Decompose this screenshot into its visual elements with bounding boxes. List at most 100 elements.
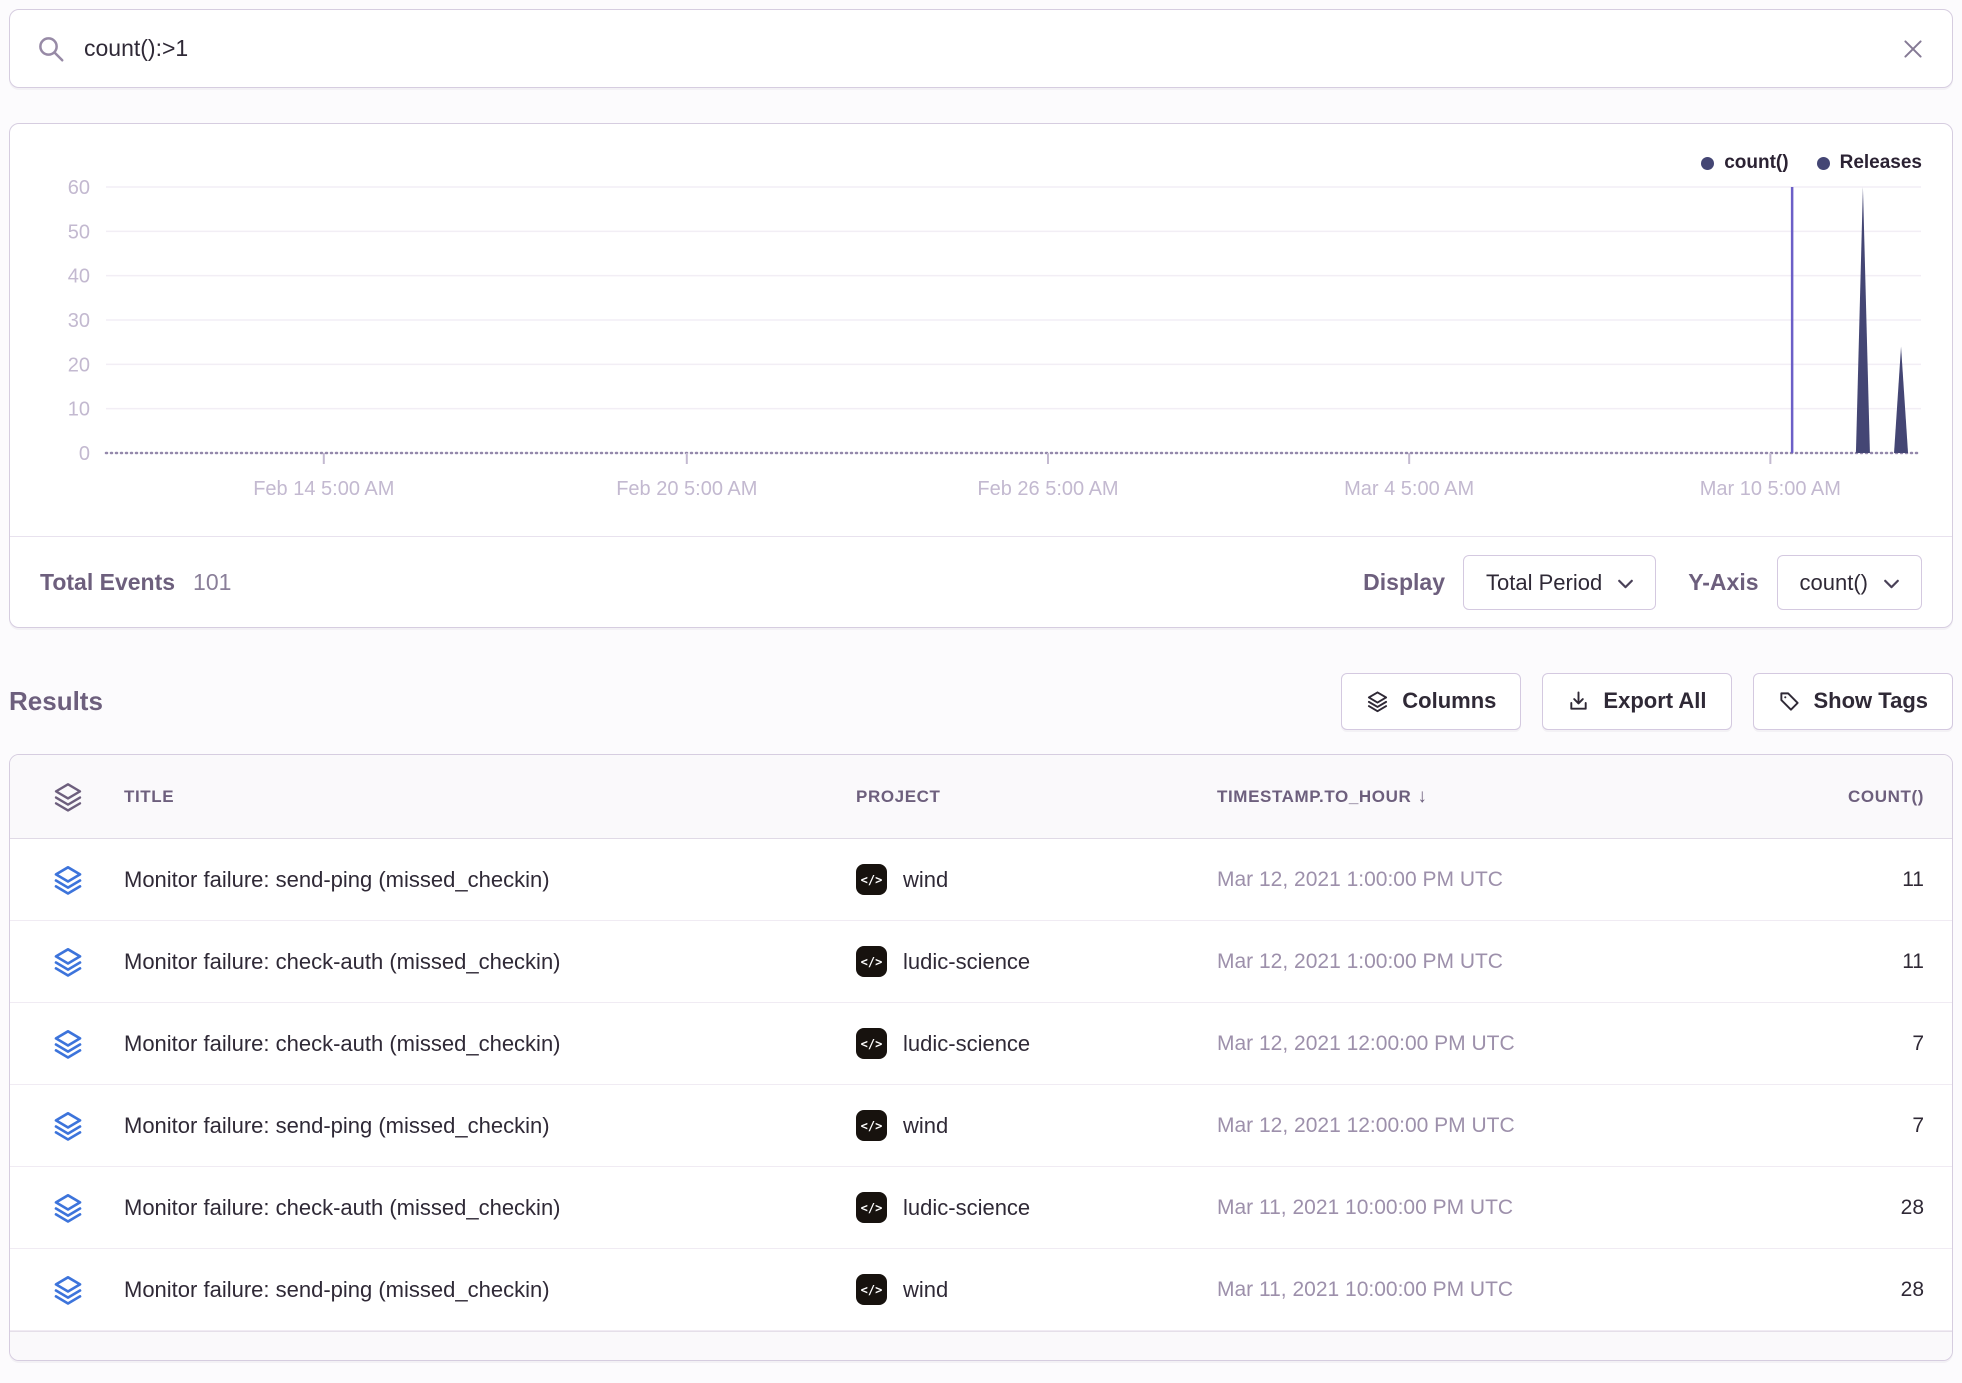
results-table: TITLE PROJECT TIMESTAMP.TO_HOUR↓ COUNT()… (9, 754, 1953, 1361)
project-name: wind (903, 1113, 948, 1139)
columns-button[interactable]: Columns (1341, 673, 1521, 730)
project-platform-icon: </> (856, 1192, 887, 1223)
count-cell: 28 (1706, 1196, 1952, 1220)
chart-legend: count() Releases (1701, 152, 1922, 174)
legend-item-count[interactable]: count() (1701, 152, 1788, 174)
event-stack-icon[interactable] (10, 946, 124, 978)
event-title-link[interactable]: Monitor failure: send-ping (missed_check… (124, 1277, 856, 1303)
table-header-row: TITLE PROJECT TIMESTAMP.TO_HOUR↓ COUNT() (10, 755, 1952, 839)
project-platform-icon: </> (856, 1274, 887, 1305)
table-footer (10, 1331, 1952, 1360)
project-cell: </> ludic-science (856, 1192, 1217, 1223)
table-row: Monitor failure: check-auth (missed_chec… (10, 921, 1952, 1003)
svg-text:Feb 26 5:00 AM: Feb 26 5:00 AM (977, 478, 1118, 500)
svg-text:60: 60 (68, 177, 90, 199)
table-row: Monitor failure: send-ping (missed_check… (10, 1249, 1952, 1331)
event-title-link[interactable]: Monitor failure: check-auth (missed_chec… (124, 949, 856, 975)
timestamp-cell: Mar 12, 2021 1:00:00 PM UTC (1217, 868, 1706, 892)
total-events: Total Events 101 (40, 569, 231, 596)
clear-search-icon[interactable] (1900, 36, 1926, 62)
project-platform-icon: </> (856, 946, 887, 977)
svg-text:20: 20 (68, 354, 90, 376)
search-input[interactable] (84, 35, 1882, 62)
display-dropdown[interactable]: Total Period (1463, 555, 1656, 610)
svg-text:30: 30 (68, 310, 90, 332)
show-tags-button-label: Show Tags (1814, 688, 1929, 714)
event-stack-icon[interactable] (10, 1110, 124, 1142)
project-name: ludic-science (903, 949, 1030, 975)
search-icon (36, 34, 66, 64)
timestamp-cell: Mar 11, 2021 10:00:00 PM UTC (1217, 1278, 1706, 1302)
y-axis-label: Y-Axis (1688, 569, 1758, 596)
count-cell: 7 (1706, 1114, 1952, 1138)
total-events-value: 101 (193, 569, 231, 596)
columns-button-label: Columns (1402, 688, 1496, 714)
count-series-dot-icon (1701, 157, 1714, 170)
project-cell: </> wind (856, 1274, 1217, 1305)
tag-icon (1778, 690, 1801, 713)
discover-query-page: { "search": { "query": "count():>1" }, "… (0, 9, 1962, 1383)
chart-footer: Total Events 101 Display Total Period Y-… (10, 536, 1952, 628)
sort-desc-icon: ↓ (1417, 786, 1427, 807)
project-cell: </> wind (856, 1110, 1217, 1141)
event-title-link[interactable]: Monitor failure: check-auth (missed_chec… (124, 1195, 856, 1221)
svg-text:Mar 10 5:00 AM: Mar 10 5:00 AM (1700, 478, 1841, 500)
event-stack-icon[interactable] (10, 1028, 124, 1060)
events-time-series-chart: 0102030405060Feb 14 5:00 AMFeb 20 5:00 A… (10, 124, 1952, 536)
results-bar: Results Columns Export All (9, 670, 1953, 732)
timestamp-cell: Mar 12, 2021 1:00:00 PM UTC (1217, 950, 1706, 974)
y-axis-dropdown-value: count() (1800, 570, 1868, 596)
legend-releases-label: Releases (1840, 152, 1922, 174)
event-title-link[interactable]: Monitor failure: send-ping (missed_check… (124, 1113, 856, 1139)
event-title-link[interactable]: Monitor failure: send-ping (missed_check… (124, 867, 856, 893)
timestamp-cell: Mar 11, 2021 10:00:00 PM UTC (1217, 1196, 1706, 1220)
events-chart-panel: count() Releases 0102030405060Feb 14 5:0… (9, 123, 1953, 628)
export-all-button-label: Export All (1603, 688, 1706, 714)
table-row: Monitor failure: send-ping (missed_check… (10, 1085, 1952, 1167)
layers-icon (1366, 690, 1389, 713)
column-header-count[interactable]: COUNT() (1706, 787, 1952, 807)
count-cell: 28 (1706, 1278, 1952, 1302)
event-title-link[interactable]: Monitor failure: check-auth (missed_chec… (124, 1031, 856, 1057)
display-label: Display (1363, 569, 1445, 596)
legend-item-releases[interactable]: Releases (1817, 152, 1922, 174)
column-header-project[interactable]: PROJECT (856, 787, 1217, 807)
column-header-timestamp[interactable]: TIMESTAMP.TO_HOUR↓ (1217, 786, 1706, 808)
search-bar (9, 9, 1953, 88)
svg-text:0: 0 (79, 443, 90, 465)
svg-text:Feb 14 5:00 AM: Feb 14 5:00 AM (253, 478, 394, 500)
chevron-down-icon (1884, 579, 1899, 589)
count-cell: 7 (1706, 1032, 1952, 1056)
project-name: ludic-science (903, 1195, 1030, 1221)
table-row: Monitor failure: check-auth (missed_chec… (10, 1003, 1952, 1085)
timestamp-cell: Mar 12, 2021 12:00:00 PM UTC (1217, 1114, 1706, 1138)
project-platform-icon: </> (856, 1028, 887, 1059)
legend-count-label: count() (1724, 152, 1788, 174)
export-all-button[interactable]: Export All (1542, 673, 1731, 730)
svg-text:10: 10 (68, 399, 90, 421)
total-events-label: Total Events (40, 569, 175, 596)
show-tags-button[interactable]: Show Tags (1753, 673, 1954, 730)
project-name: ludic-science (903, 1031, 1030, 1057)
project-platform-icon: </> (856, 864, 887, 895)
table-row: Monitor failure: send-ping (missed_check… (10, 839, 1952, 921)
results-title: Results (9, 686, 103, 717)
event-stack-icon[interactable] (10, 1274, 124, 1306)
event-stack-icon[interactable] (10, 1192, 124, 1224)
releases-series-dot-icon (1817, 157, 1830, 170)
count-cell: 11 (1706, 950, 1952, 974)
project-platform-icon: </> (856, 1110, 887, 1141)
column-header-title[interactable]: TITLE (124, 787, 856, 807)
svg-text:Mar 4 5:00 AM: Mar 4 5:00 AM (1344, 478, 1474, 500)
display-dropdown-value: Total Period (1486, 570, 1602, 596)
project-cell: </> ludic-science (856, 946, 1217, 977)
project-name: wind (903, 1277, 948, 1303)
event-stack-icon[interactable] (10, 864, 124, 896)
project-name: wind (903, 867, 948, 893)
chevron-down-icon (1618, 579, 1633, 589)
project-cell: </> ludic-science (856, 1028, 1217, 1059)
project-cell: </> wind (856, 864, 1217, 895)
table-row: Monitor failure: check-auth (missed_chec… (10, 1167, 1952, 1249)
y-axis-dropdown[interactable]: count() (1777, 555, 1922, 610)
svg-text:40: 40 (68, 266, 90, 288)
